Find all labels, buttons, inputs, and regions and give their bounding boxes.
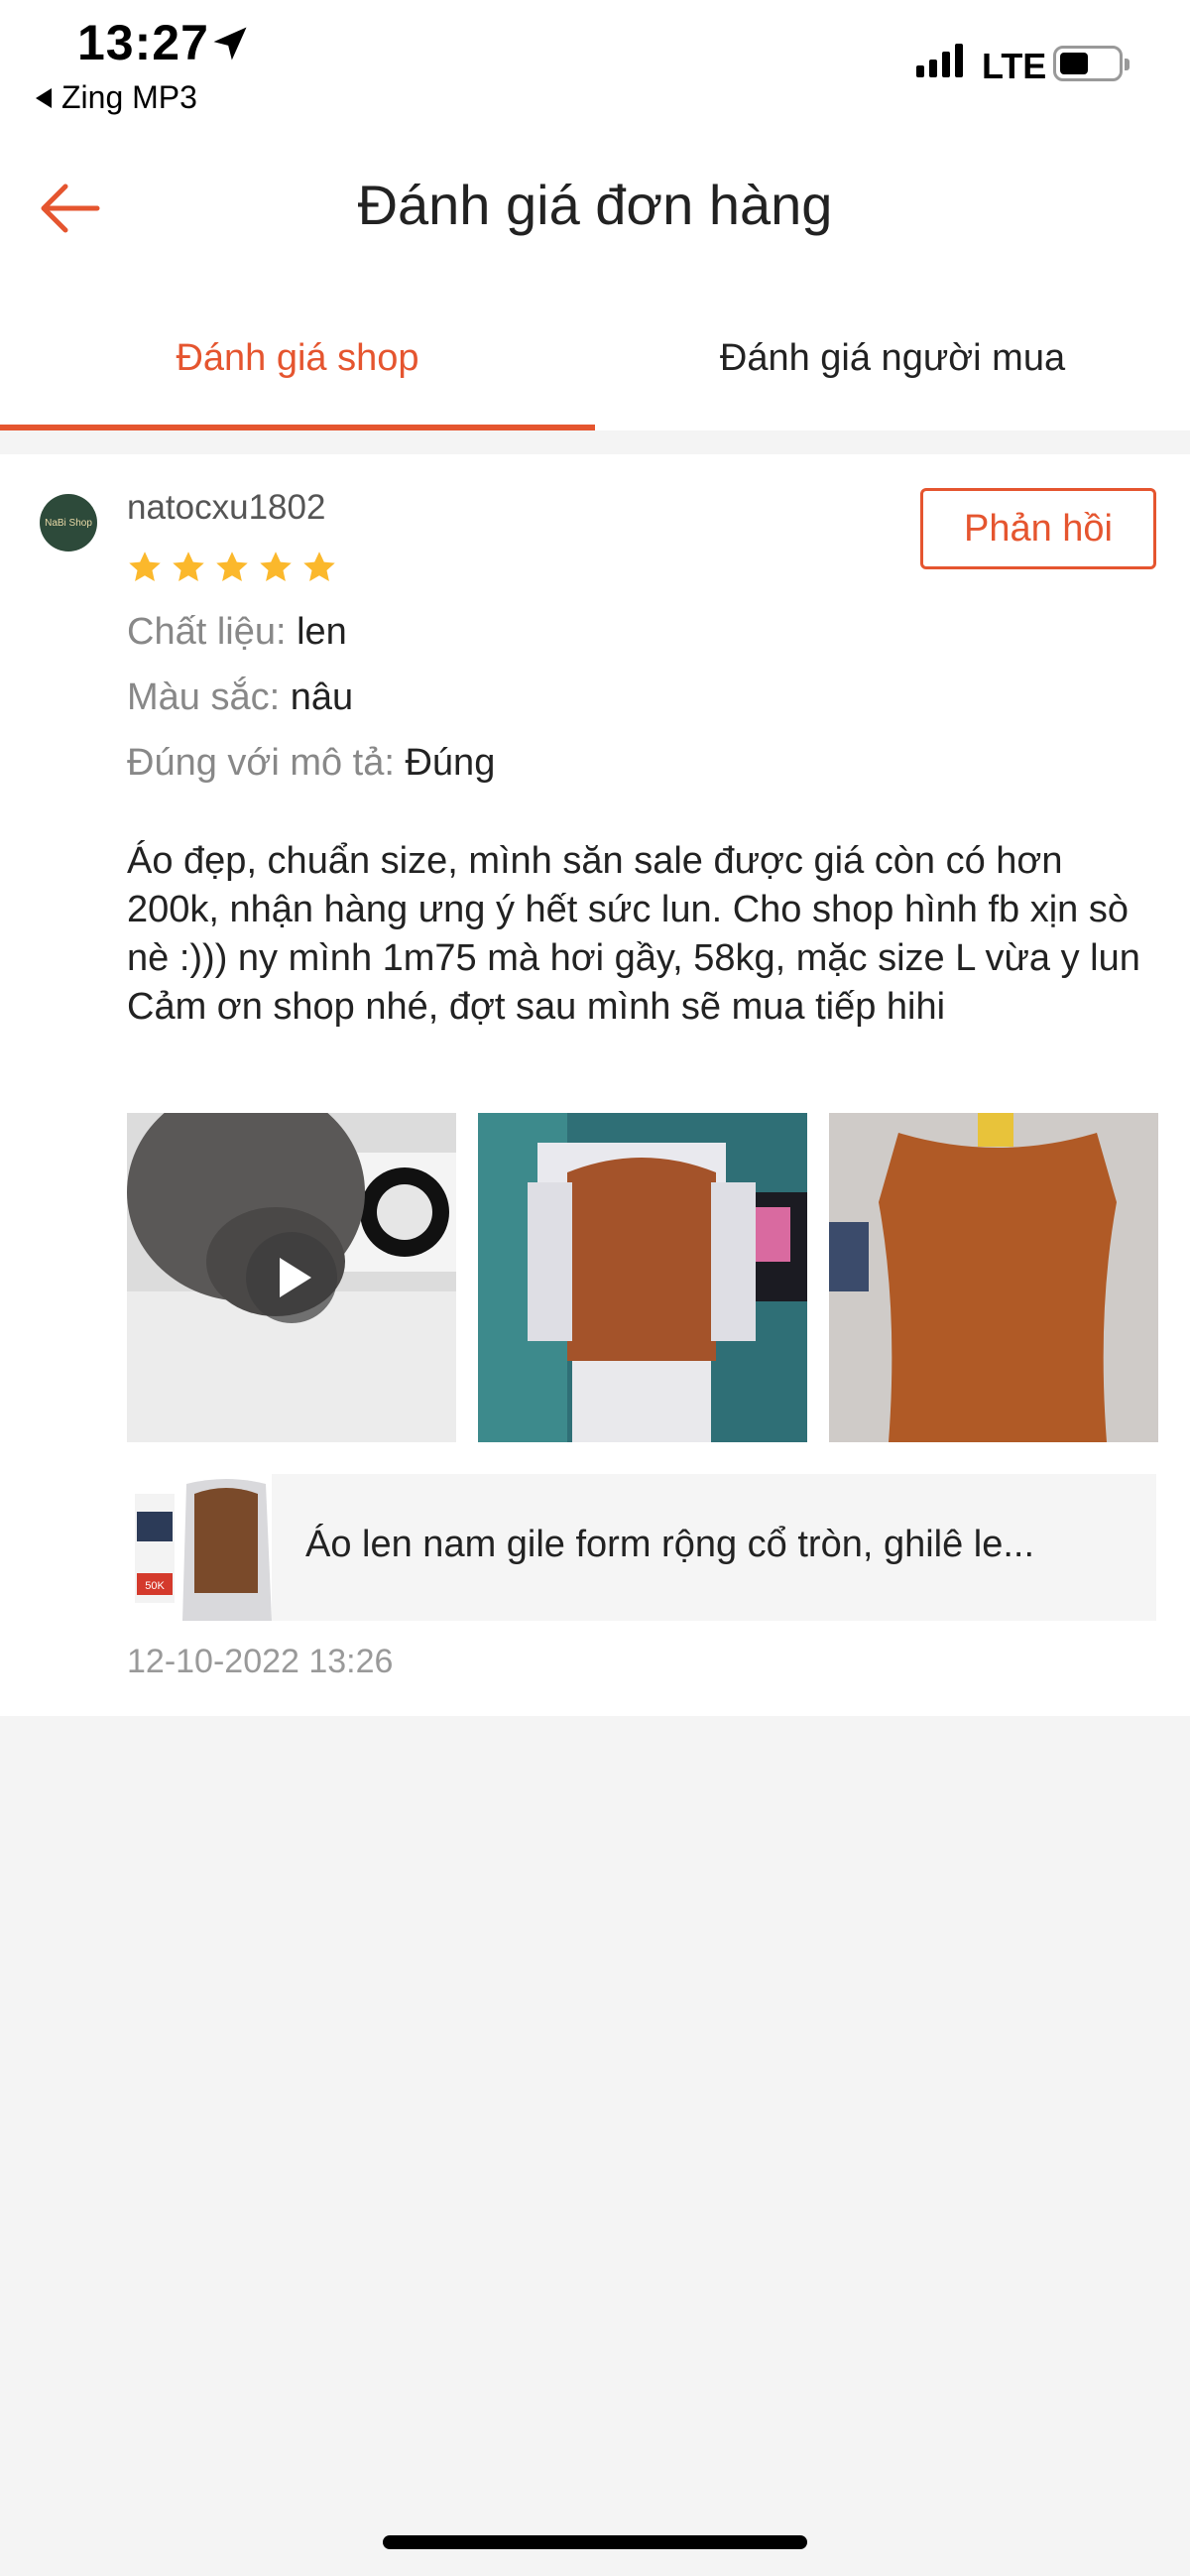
star-icon bbox=[129, 552, 161, 581]
status-bar: 13:27 Zing MP3 LTE bbox=[0, 0, 1190, 129]
status-time: 13:27 bbox=[77, 15, 209, 70]
page-title: Đánh giá đơn hàng bbox=[357, 174, 833, 236]
location-arrow-icon bbox=[213, 27, 247, 61]
avatar[interactable]: NaBi Shop bbox=[40, 494, 97, 552]
product-thumbnail: 50K bbox=[127, 1474, 272, 1621]
attribute-as-described: Đúng với mô tả: Đúng bbox=[127, 742, 495, 785]
attribute-key: Chất liệu: bbox=[127, 611, 287, 653]
home-indicator[interactable] bbox=[383, 2535, 807, 2549]
signal-icon bbox=[916, 44, 963, 77]
person-vest-image bbox=[478, 1113, 807, 1442]
attribute-color: Màu sắc: nâu bbox=[127, 676, 353, 719]
review-photo-vest-flat[interactable] bbox=[829, 1113, 1158, 1442]
reviewer-username: natocxu1802 bbox=[127, 488, 326, 527]
product-thumb-price: 50K bbox=[145, 1580, 165, 1592]
tab-buyer-reviews[interactable]: Đánh giá người mua bbox=[595, 288, 1190, 430]
network-label: LTE bbox=[982, 46, 1047, 86]
vest-flat-image bbox=[829, 1113, 1158, 1442]
review-text: Áo đẹp, chuẩn size, mình săn sale được g… bbox=[127, 840, 1140, 1028]
back-to-app-link[interactable]: Zing MP3 bbox=[36, 79, 197, 116]
review-date: 12-10-2022 13:26 bbox=[127, 1643, 394, 1680]
reply-button[interactable]: Phản hồi bbox=[920, 488, 1156, 569]
play-icon[interactable] bbox=[246, 1232, 337, 1323]
back-triangle-icon bbox=[36, 87, 52, 108]
attribute-material: Chất liệu: len bbox=[127, 611, 347, 654]
back-app-label: Zing MP3 bbox=[61, 79, 197, 115]
star-icon bbox=[173, 552, 204, 581]
attribute-value: Đúng bbox=[405, 742, 496, 784]
app-header: Đánh giá đơn hàng bbox=[0, 129, 1190, 288]
attribute-value: nâu bbox=[290, 676, 354, 718]
product-link[interactable]: 50K Áo len nam gile form rộng cổ tròn, g… bbox=[127, 1474, 1156, 1621]
review-card: NaBi Shop natocxu1802 Phản hồi Chất liệu… bbox=[0, 454, 1190, 1716]
product-name: Áo len nam gile form rộng cổ tròn, ghilê… bbox=[305, 1524, 1035, 1565]
star-icon bbox=[216, 552, 248, 581]
rating-stars bbox=[127, 550, 337, 585]
review-video-thumbnail[interactable] bbox=[127, 1113, 456, 1442]
order-review-screen: 13:27 Zing MP3 LTE Đánh giá đơn hàng Đán… bbox=[0, 0, 1190, 2576]
battery-icon bbox=[1053, 46, 1130, 81]
attribute-key: Đúng với mô tả: bbox=[127, 742, 395, 784]
star-icon bbox=[260, 552, 292, 581]
attribute-value: len bbox=[297, 611, 347, 653]
attribute-key: Màu sắc: bbox=[127, 676, 281, 718]
tab-shop-reviews[interactable]: Đánh giá shop bbox=[0, 288, 595, 430]
star-icon bbox=[303, 552, 335, 581]
review-tabs: Đánh giá shop Đánh giá người mua bbox=[0, 288, 1190, 430]
review-photo-wearing-vest[interactable] bbox=[478, 1113, 807, 1442]
